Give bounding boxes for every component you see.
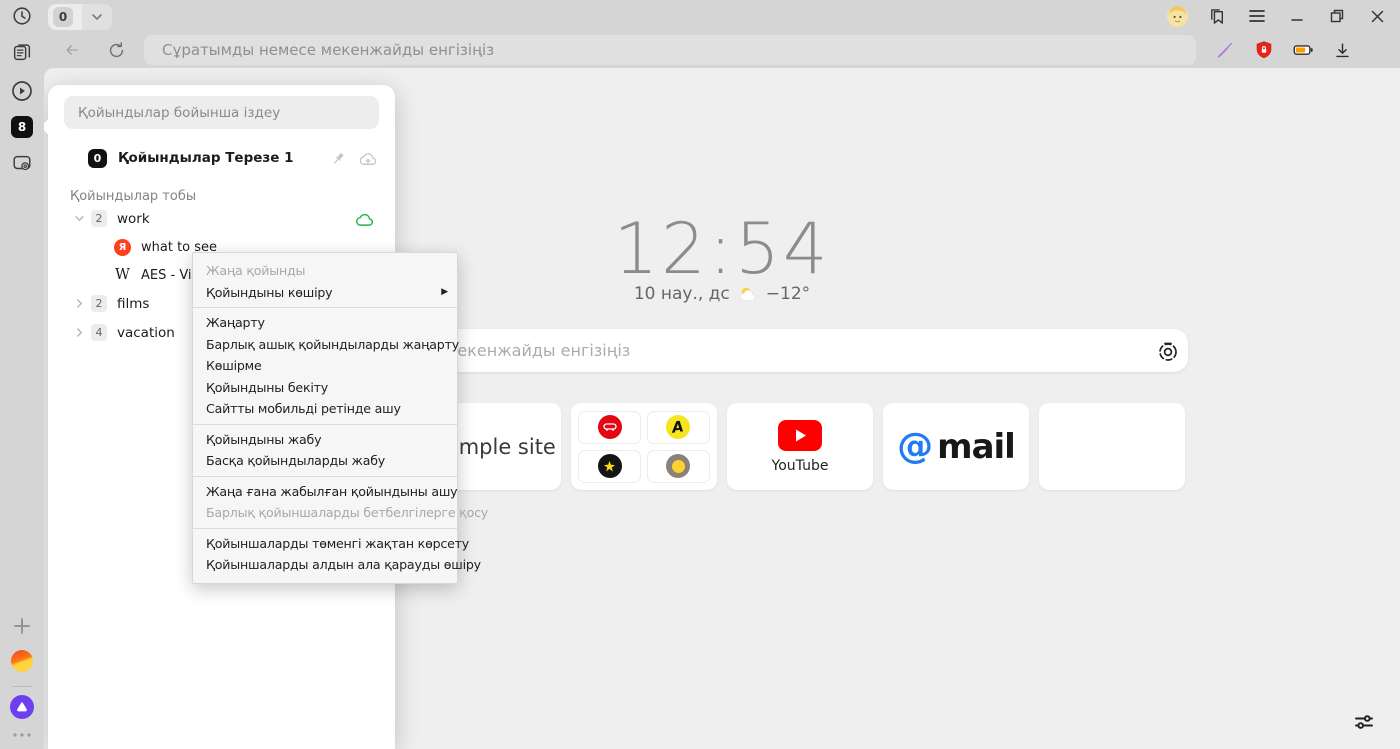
menu-item-show-tabs-bottom[interactable]: Қойыншаларды төменгі жақтан көрсету bbox=[193, 533, 457, 555]
weather-date: 10 нау., дс bbox=[634, 284, 730, 304]
group-label: work bbox=[117, 211, 150, 227]
wikipedia-favicon: W bbox=[114, 267, 131, 284]
window-badge: 0 bbox=[88, 149, 107, 168]
yellow-a-icon: A bbox=[666, 415, 690, 439]
groups-heading: Қойындылар тобы bbox=[64, 189, 379, 204]
tab-count-badge[interactable]: 8 bbox=[7, 112, 37, 142]
browser-tab[interactable]: 0 bbox=[48, 4, 112, 30]
restore-icon[interactable] bbox=[1322, 1, 1352, 31]
pen-extension-icon[interactable] bbox=[1210, 35, 1240, 65]
tile-mail[interactable]: @ mail bbox=[883, 403, 1029, 490]
left-sidebar: 8 bbox=[0, 0, 44, 749]
chevron-right-icon[interactable] bbox=[70, 324, 88, 342]
tile-youtube-label: YouTube bbox=[772, 458, 829, 474]
more-ellipsis-icon[interactable] bbox=[7, 720, 37, 749]
window-label: Қойындылар Терезе 1 bbox=[118, 150, 293, 166]
red-car-icon bbox=[598, 415, 622, 439]
minimize-icon[interactable] bbox=[1282, 1, 1312, 31]
menu-item-refresh-all[interactable]: Барлық ашық қойындыларды жаңарту bbox=[193, 334, 457, 356]
page-settings-tune-icon[interactable] bbox=[1350, 708, 1378, 736]
black-star-icon bbox=[598, 454, 622, 478]
alice-assistant-icon[interactable] bbox=[7, 692, 37, 722]
youtube-logo-icon bbox=[778, 420, 822, 451]
tile-empty[interactable] bbox=[1039, 403, 1185, 490]
chevron-right-icon[interactable] bbox=[70, 295, 88, 313]
sync-cloud-icon[interactable] bbox=[354, 211, 375, 227]
avatar[interactable] bbox=[1162, 1, 1192, 31]
address-bar[interactable] bbox=[144, 35, 1196, 65]
tab-context-menu: Жаңа қойынды Қойындыны көшіру ▶ Жаңарту … bbox=[192, 252, 458, 584]
yandex-favicon: Я bbox=[114, 239, 131, 256]
refresh-icon[interactable] bbox=[100, 34, 132, 66]
menu-separator bbox=[193, 528, 457, 529]
browser-chrome: 0 bbox=[44, 0, 1400, 68]
group-count: 2 bbox=[91, 295, 107, 312]
yandex-mail-icon[interactable] bbox=[7, 646, 37, 676]
favorite-tiles: Example site A YouTube @ mail bbox=[415, 403, 1185, 490]
menu-item-close-others[interactable]: Басқа қойындыларды жабу bbox=[193, 450, 457, 472]
group-count: 4 bbox=[91, 324, 107, 341]
tab-count-label: 8 bbox=[11, 116, 33, 138]
menu-item-duplicate[interactable]: Көшірме bbox=[193, 355, 457, 377]
mini-tile[interactable] bbox=[578, 450, 641, 483]
submenu-arrow-icon: ▶ bbox=[441, 287, 448, 297]
menu-icon[interactable] bbox=[1242, 1, 1272, 31]
tabs-search-input[interactable] bbox=[64, 96, 379, 129]
menu-item-close-tab[interactable]: Қойындыны жабу bbox=[193, 429, 457, 451]
gray-dot-icon bbox=[666, 454, 690, 478]
menu-item-refresh[interactable]: Жаңарту bbox=[193, 312, 457, 334]
window-row[interactable]: 0 Қойындылар Терезе 1 bbox=[64, 144, 379, 172]
menu-item-copy-tab[interactable]: Қойындыны көшіру ▶ bbox=[193, 282, 457, 304]
menu-item-pin-tab[interactable]: Қойындыны бекіту bbox=[193, 377, 457, 399]
tile-mail-label: mail bbox=[937, 430, 1015, 464]
pin-icon[interactable] bbox=[327, 147, 349, 169]
group-row-work[interactable]: 2 work bbox=[64, 204, 379, 233]
image-search-camera-icon[interactable] bbox=[1148, 331, 1188, 371]
menu-item-reopen-closed[interactable]: Жаңа ғана жабылған қойындыны ашу bbox=[193, 481, 457, 503]
group-label: films bbox=[117, 296, 149, 312]
cloud-upload-icon[interactable] bbox=[357, 147, 379, 169]
mail-at-icon: @ bbox=[897, 429, 933, 465]
menu-separator bbox=[193, 476, 457, 477]
menu-item-open-mobile[interactable]: Сайтты мобильді ретінде ашу bbox=[193, 398, 457, 420]
close-icon[interactable] bbox=[1362, 1, 1392, 31]
tile-youtube[interactable]: YouTube bbox=[727, 403, 873, 490]
mini-tile[interactable] bbox=[647, 450, 710, 483]
weather-temp: −12° bbox=[766, 284, 810, 304]
video-play-icon[interactable] bbox=[7, 76, 37, 106]
partly-cloudy-icon bbox=[737, 285, 759, 303]
screenshot-icon[interactable] bbox=[7, 148, 37, 178]
download-icon[interactable] bbox=[1327, 35, 1357, 65]
tabs-pages-icon[interactable] bbox=[7, 37, 37, 67]
menu-item-new-tab: Жаңа қойынды bbox=[193, 260, 457, 282]
collections-icon[interactable] bbox=[1202, 1, 1232, 31]
tab-chevron-down-icon[interactable] bbox=[82, 4, 112, 30]
new-tab-plus-icon[interactable] bbox=[7, 611, 37, 641]
sidebar-divider bbox=[12, 686, 32, 687]
history-clock-icon[interactable] bbox=[7, 1, 37, 31]
menu-item-disable-preview[interactable]: Қойыншаларды алдын ала қарауды өшіру bbox=[193, 554, 457, 576]
menu-separator bbox=[193, 307, 457, 308]
group-count: 2 bbox=[91, 210, 107, 227]
menu-separator bbox=[193, 424, 457, 425]
group-label: vacation bbox=[117, 325, 175, 341]
mini-tile[interactable]: A bbox=[647, 411, 710, 444]
back-icon[interactable] bbox=[56, 34, 88, 66]
battery-icon[interactable] bbox=[1288, 35, 1318, 65]
menu-item-bookmark-all: Барлық қойыншаларды бетбелгілерге қосу bbox=[193, 502, 457, 524]
adblock-shield-icon[interactable] bbox=[1249, 35, 1279, 65]
tab-favicon-badge: 0 bbox=[53, 7, 73, 27]
mini-tile[interactable] bbox=[578, 411, 641, 444]
tile-folder-yandex-services[interactable]: A bbox=[571, 403, 717, 490]
chevron-down-icon[interactable] bbox=[70, 210, 88, 228]
